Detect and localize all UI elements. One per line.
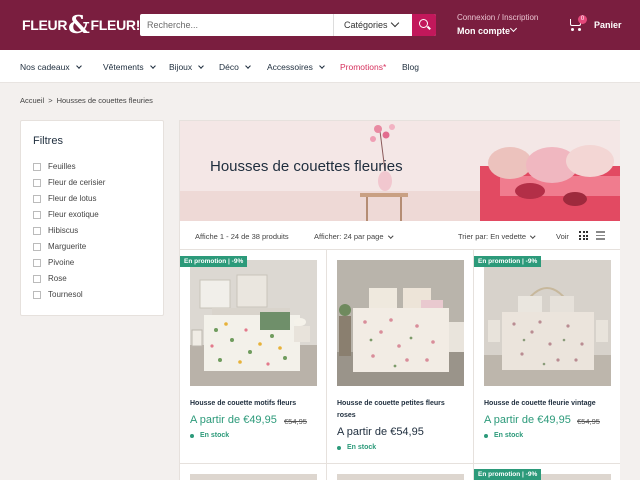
chevron-down-icon <box>198 62 204 69</box>
product-card[interactable]: Housse de couette motifs fleurs A partir… <box>180 250 327 464</box>
promo-badge: En promotion | -9% <box>474 469 542 480</box>
stock-status: En stock <box>190 432 229 439</box>
per-page-select[interactable]: Afficher: 24 par page <box>314 232 393 241</box>
product-old-price: €54,95 <box>577 417 600 426</box>
nav-item-decor[interactable]: Déco <box>219 62 251 72</box>
search-button[interactable] <box>412 14 436 36</box>
product-image[interactable] <box>190 260 317 386</box>
product-old-price: €54,95 <box>284 417 307 426</box>
filter-option[interactable]: Rose <box>33 274 67 283</box>
checkbox[interactable] <box>33 210 41 219</box>
cart-count-badge: 0 <box>578 15 587 24</box>
stock-dot-icon <box>337 445 341 450</box>
checkbox[interactable] <box>33 274 41 283</box>
product-name[interactable]: Housse de couette petites fleurs roses <box>337 398 464 422</box>
product-image[interactable] <box>484 260 611 386</box>
grid-view-icon[interactable] <box>579 231 588 240</box>
nav-item-promotions[interactable]: Promotions* <box>340 62 386 72</box>
promo-badge: En promotion | -9% <box>474 256 542 267</box>
filter-title: Filtres <box>33 135 63 147</box>
checkbox[interactable] <box>33 178 41 187</box>
filter-option[interactable]: Fleur de lotus <box>33 194 96 203</box>
breadcrumb: Accueil > Housses de couettes fleuries <box>20 96 153 105</box>
checkbox[interactable] <box>33 162 41 171</box>
product-price: A partir de €49,95 <box>484 414 571 426</box>
filter-option[interactable]: Fleur exotique <box>33 210 99 219</box>
chevron-down-icon <box>387 232 393 238</box>
chevron-down-icon <box>75 62 82 69</box>
product-image[interactable] <box>337 260 464 386</box>
product-image[interactable] <box>337 474 464 480</box>
filter-option[interactable]: Hibiscus <box>33 226 78 235</box>
stock-status: En stock <box>484 432 523 439</box>
promo-badge: En promotion | -9% <box>180 256 248 267</box>
filter-option[interactable]: Fleur de cerisier <box>33 178 105 187</box>
chevron-down-icon <box>390 18 400 28</box>
nav-item-clothing[interactable]: Vêtements <box>103 62 156 72</box>
stock-status: En stock <box>337 444 376 451</box>
breadcrumb-separator: > <box>48 96 53 105</box>
filter-option[interactable]: Pivoine <box>33 258 74 267</box>
checkbox[interactable] <box>33 258 41 267</box>
filter-option[interactable]: Marguerite <box>33 242 86 251</box>
chevron-down-icon <box>149 62 156 69</box>
cart-link[interactable]: Panier <box>594 20 622 30</box>
view-label: Voir <box>556 232 569 241</box>
chevron-down-icon <box>318 62 325 69</box>
checkbox[interactable] <box>33 194 41 203</box>
breadcrumb-home[interactable]: Accueil <box>20 96 44 105</box>
checkbox[interactable] <box>33 226 41 235</box>
product-image[interactable] <box>190 474 317 480</box>
product-price: A partir de €54,95 <box>337 426 424 438</box>
product-price: A partir de €49,95 <box>190 414 277 426</box>
list-view-icon[interactable] <box>596 231 605 240</box>
filter-panel: Filtres Feuilles Fleur de cerisier Fleur… <box>20 120 164 316</box>
login-link[interactable]: Connexion / Inscription <box>457 13 538 22</box>
product-count: Affiche 1 - 24 de 38 produits <box>195 232 289 241</box>
collection-title: Housses de couettes fleuries <box>210 158 403 175</box>
nav-item-blog[interactable]: Blog <box>402 62 419 72</box>
filter-option[interactable]: Tournesol <box>33 290 83 299</box>
search-input[interactable]: Recherche... <box>147 20 198 30</box>
nav-item-gifts[interactable]: Nos cadeaux <box>20 62 82 72</box>
main-nav: Nos cadeaux Vêtements Bijoux Déco Access… <box>0 50 640 83</box>
stock-dot-icon <box>190 433 194 438</box>
product-card[interactable]: Housse de couette fleurie vintage A part… <box>474 250 620 464</box>
product-card[interactable] <box>327 464 474 480</box>
chevron-down-icon <box>530 232 536 238</box>
stock-dot-icon <box>484 433 488 438</box>
search-bar: Recherche... Catégories <box>140 14 436 36</box>
sort-select[interactable]: Trier par: En vedette <box>458 232 536 241</box>
checkbox[interactable] <box>33 290 41 299</box>
nav-item-jewelry[interactable]: Bijoux <box>169 62 204 72</box>
account-menu[interactable]: Mon compte <box>457 26 510 36</box>
product-card[interactable]: Housse de couette petites fleurs roses A… <box>327 250 474 464</box>
product-name[interactable]: Housse de couette motifs fleurs <box>190 398 317 410</box>
checkbox[interactable] <box>33 242 41 251</box>
chevron-down-icon <box>245 62 251 69</box>
filter-option[interactable]: Feuilles <box>33 162 76 171</box>
product-name[interactable]: Housse de couette fleurie vintage <box>484 398 611 410</box>
product-card[interactable] <box>180 464 327 480</box>
site-logo[interactable]: FLEUR & FLEUR! <box>22 12 148 38</box>
nav-item-accessories[interactable]: Accessoires <box>267 62 325 72</box>
category-select[interactable]: Catégories <box>344 20 388 30</box>
collection-toolbar: Affiche 1 - 24 de 38 produits Afficher: … <box>180 221 620 250</box>
breadcrumb-current: Housses de couettes fleuries <box>56 96 153 105</box>
